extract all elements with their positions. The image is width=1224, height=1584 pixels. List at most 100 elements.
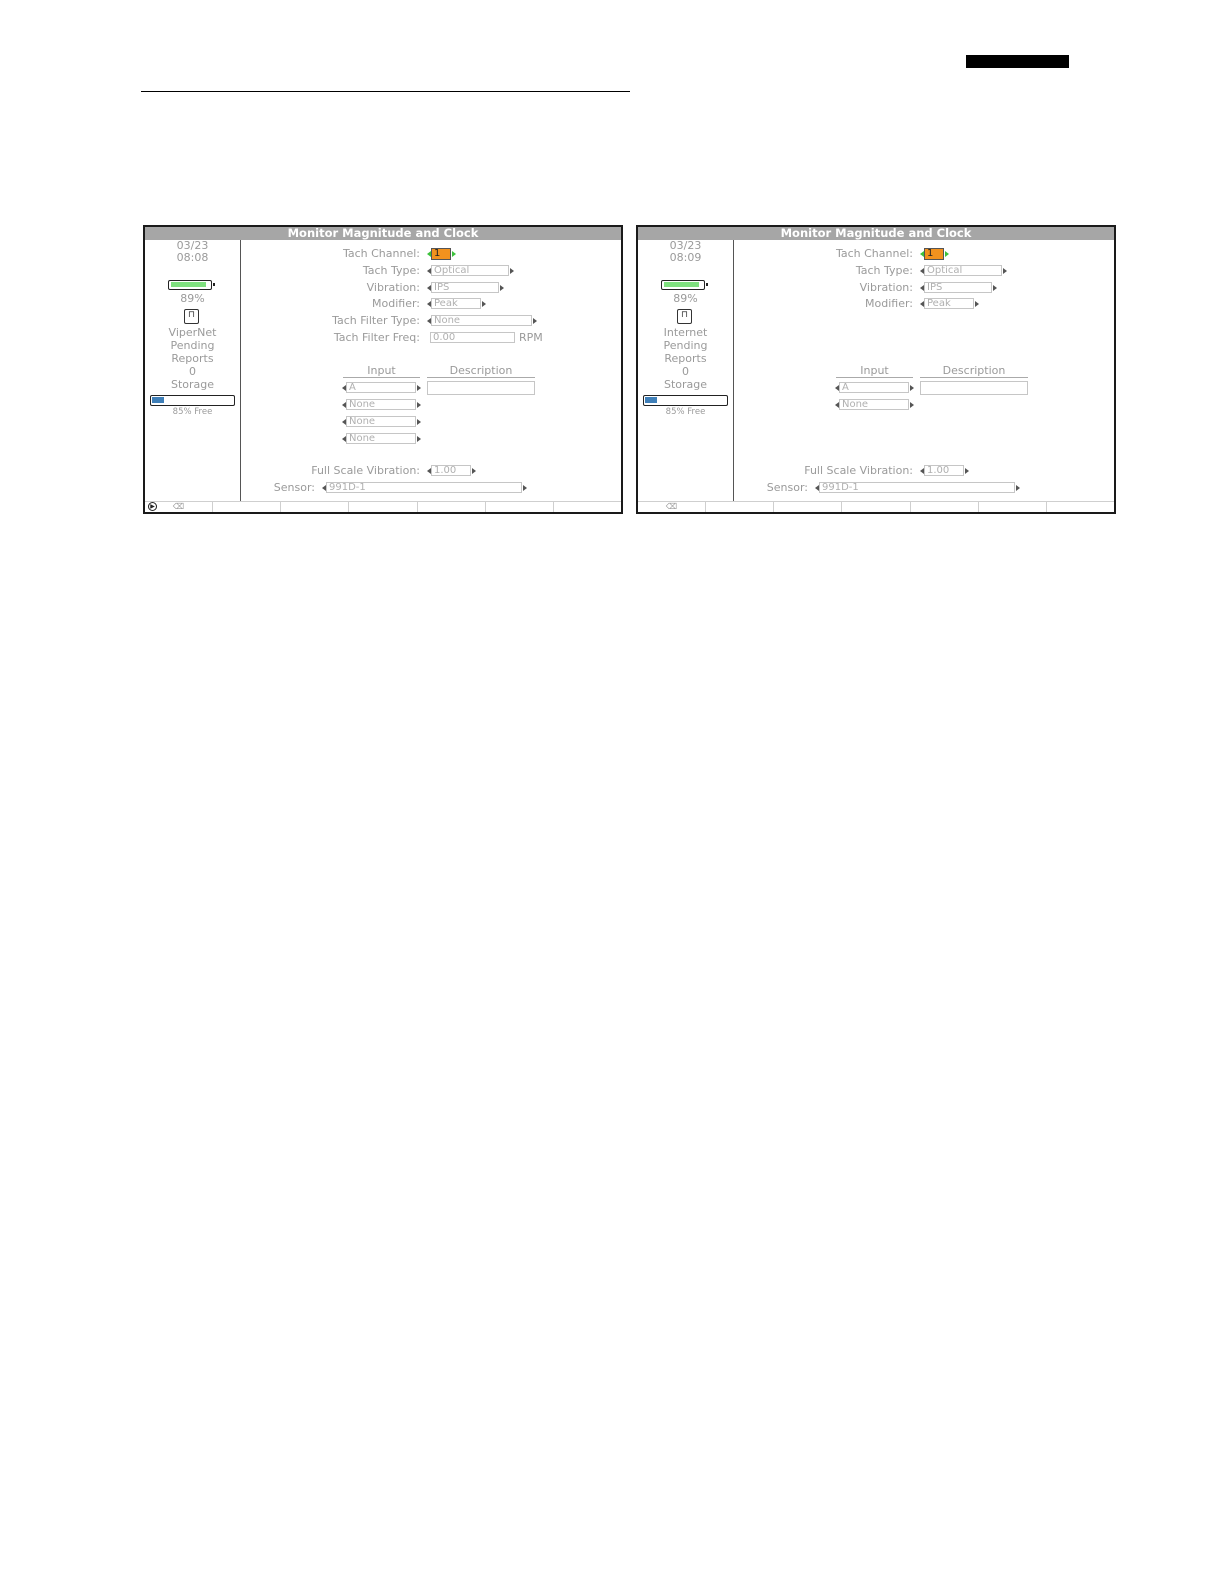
vibration-next[interactable] [500, 285, 504, 291]
full-scale-label: Full Scale Vibration: [311, 464, 420, 477]
input-3-select[interactable]: None [346, 416, 416, 427]
input-4-next[interactable] [417, 436, 421, 442]
battery-icon [661, 280, 708, 290]
tach-channel-field[interactable]: 1 [924, 248, 944, 260]
vibration-select[interactable]: IPS [431, 282, 499, 293]
tach-type-label: Tach Type: [362, 264, 420, 277]
vibration-next[interactable] [993, 285, 997, 291]
vibration-label: Vibration: [859, 281, 913, 294]
input-2-select[interactable]: None [346, 399, 416, 410]
backspace-icon[interactable]: ⌫ [638, 502, 707, 512]
modifier-next[interactable] [975, 301, 979, 307]
pending-count: 0 [189, 365, 196, 378]
softkey-7[interactable] [554, 502, 621, 512]
tach-filter-type-label: Tach Filter Type: [332, 314, 420, 327]
sensor-next[interactable] [523, 485, 527, 491]
rpm-unit: RPM [519, 331, 543, 344]
backspace-icon[interactable]: ⌫ [145, 502, 214, 512]
softkey-bar: ⌫ [638, 501, 1114, 512]
softkey-3[interactable] [281, 502, 350, 512]
input-1-next[interactable] [910, 385, 914, 391]
full-scale-next[interactable] [472, 468, 476, 474]
battery-fill [171, 282, 206, 287]
tach-channel-increment[interactable] [452, 251, 456, 257]
tach-type-select[interactable]: Optical [431, 265, 509, 276]
softkey-5[interactable] [911, 502, 979, 512]
tach-type-label: Tach Type: [855, 264, 913, 277]
softkey-bar: ⌫ [145, 501, 621, 512]
softkey-6[interactable] [486, 502, 554, 512]
network-name: ViperNet [168, 326, 217, 339]
tach-type-select[interactable]: Optical [924, 265, 1002, 276]
input-1-select[interactable]: A [839, 382, 909, 393]
status-sidebar: 03/23 08:09 89% ⊓ Internet Pending Repor… [638, 240, 734, 502]
time-label: 08:08 [176, 251, 209, 264]
tach-filter-freq-input[interactable]: 0.00 [430, 332, 515, 343]
modifier-select[interactable]: Peak [924, 298, 974, 309]
pending-count: 0 [682, 365, 689, 378]
device-screen-internet: Monitor Magnitude and Clock 03/23 08:09 … [636, 225, 1116, 514]
header-rule [141, 91, 630, 92]
input-3-next[interactable] [417, 419, 421, 425]
description-1-input[interactable] [427, 381, 535, 395]
storage-label: Storage [663, 378, 708, 391]
screen-title: Monitor Magnitude and Clock [638, 227, 1114, 240]
sensor-label: Sensor: [273, 481, 315, 494]
sensor-next[interactable] [1016, 485, 1020, 491]
sensor-select[interactable]: 991D-1 [819, 482, 1015, 493]
description-column-header: Description [427, 365, 535, 378]
input-1-next[interactable] [417, 385, 421, 391]
softkey-3[interactable] [774, 502, 843, 512]
storage-free: 85% Free [665, 407, 706, 417]
modifier-label: Modifier: [372, 297, 420, 310]
screen-title: Monitor Magnitude and Clock [145, 227, 621, 240]
softkey-7[interactable] [1047, 502, 1114, 512]
network-name: Internet [663, 326, 708, 339]
tach-filter-freq-label: Tach Filter Freq: [333, 331, 420, 344]
softkey-2[interactable] [213, 502, 282, 512]
tach-filter-type-next[interactable] [533, 318, 537, 324]
softkey-4[interactable] [349, 502, 418, 512]
input-column-header: Input [343, 365, 420, 378]
modifier-label: Modifier: [865, 297, 913, 310]
tach-type-next[interactable] [1003, 268, 1007, 274]
full-scale-select[interactable]: 1.00 [924, 465, 964, 476]
softkey-6[interactable] [979, 502, 1047, 512]
storage-bar [643, 395, 728, 406]
modifier-next[interactable] [482, 301, 486, 307]
tach-channel-label: Tach Channel: [342, 247, 420, 260]
redaction-block [966, 55, 1069, 68]
tach-filter-type-select[interactable]: None [431, 315, 532, 326]
tach-channel-field[interactable]: 1 [431, 248, 451, 260]
storage-bar [150, 395, 235, 406]
sensor-select[interactable]: 991D-1 [326, 482, 522, 493]
vibration-select[interactable]: IPS [924, 282, 992, 293]
vibration-label: Vibration: [366, 281, 420, 294]
status-sidebar: 03/23 08:08 89% ⊓ ViperNet Pending Repor… [145, 240, 241, 511]
softkey-4[interactable] [842, 502, 911, 512]
tach-channel-increment[interactable] [945, 251, 949, 257]
battery-percent: 89% [180, 292, 205, 305]
input-4-select[interactable]: None [346, 433, 416, 444]
device-screen-viper: Monitor Magnitude and Clock 03/23 08:08 … [143, 225, 623, 514]
time-label: 08:09 [669, 251, 702, 264]
full-scale-next[interactable] [965, 468, 969, 474]
modifier-select[interactable]: Peak [431, 298, 481, 309]
description-column-header: Description [920, 365, 1028, 378]
input-2-next[interactable] [910, 402, 914, 408]
input-column-header: Input [836, 365, 913, 378]
softkey-5[interactable] [418, 502, 486, 512]
full-scale-select[interactable]: 1.00 [431, 465, 471, 476]
storage-free: 85% Free [172, 407, 213, 417]
input-2-next[interactable] [417, 402, 421, 408]
description-1-input[interactable] [920, 381, 1028, 395]
sensor-label: Sensor: [766, 481, 808, 494]
tach-type-next[interactable] [510, 268, 514, 274]
pending-label: Pending [663, 339, 708, 352]
input-2-select[interactable]: None [839, 399, 909, 410]
input-1-select[interactable]: A [346, 382, 416, 393]
battery-fill [664, 282, 699, 287]
battery-percent: 89% [673, 292, 698, 305]
softkey-2[interactable] [706, 502, 775, 512]
tach-channel-label: Tach Channel: [835, 247, 913, 260]
